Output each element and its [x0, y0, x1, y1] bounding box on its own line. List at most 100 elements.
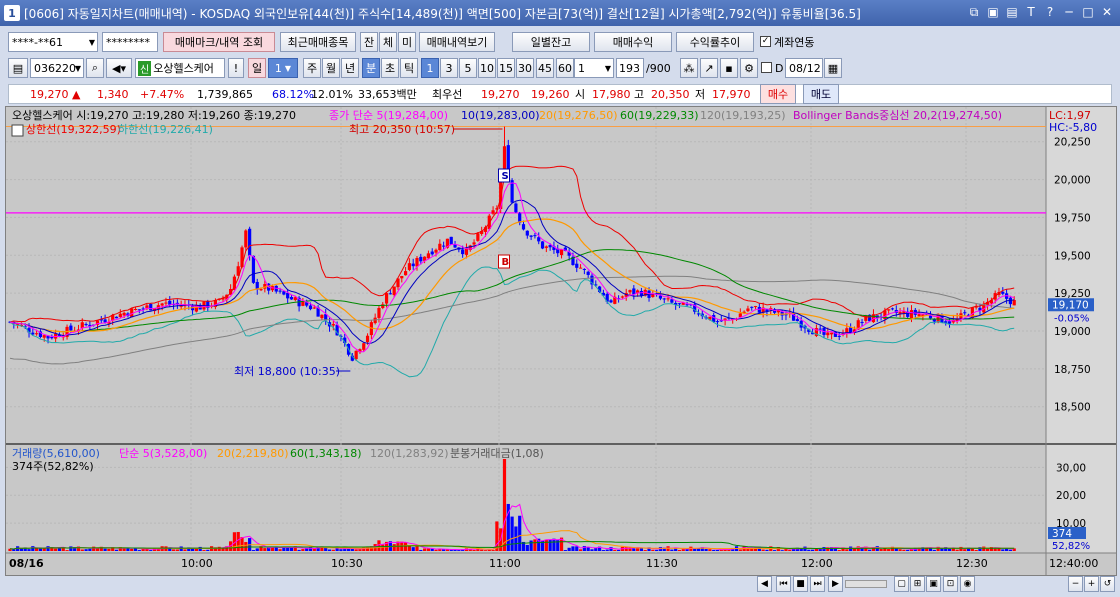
sell-button[interactable]: 매도: [803, 84, 839, 104]
indicator-icon[interactable]: ⁂: [680, 58, 698, 78]
alert-button[interactable]: !: [228, 58, 244, 78]
candle-body: [377, 307, 381, 318]
che-button[interactable]: 체: [379, 32, 397, 52]
last-icon[interactable]: ⏭: [810, 576, 825, 592]
candle-body: [69, 325, 73, 331]
layout-icon[interactable]: ▤: [8, 58, 28, 78]
period-num-select[interactable]: 1 ▼: [268, 58, 298, 78]
chevron-down-icon: ▼: [74, 63, 81, 73]
volume-bar: [331, 549, 335, 551]
volume-bar: [898, 549, 902, 551]
reset-icon[interactable]: ↺: [1100, 576, 1115, 592]
volume-bar: [738, 549, 742, 551]
date-input[interactable]: 08/12: [785, 58, 823, 78]
mark-query-button[interactable]: 매매마크/내역 조회: [163, 32, 275, 52]
custom-interval-select[interactable]: 1 ▼: [574, 58, 614, 78]
draw-icon[interactable]: ↗: [700, 58, 718, 78]
close-icon[interactable]: ✕: [1100, 4, 1114, 20]
year-button[interactable]: 년: [341, 58, 359, 78]
period-day-button[interactable]: 일: [248, 58, 266, 78]
recent-items-button[interactable]: 최근매매종목: [280, 32, 356, 52]
interval-button-5[interactable]: 5: [459, 58, 477, 78]
help-icon[interactable]: ?: [1043, 4, 1057, 20]
volume-bar: [483, 550, 488, 551]
interval-button-1[interactable]: 1: [421, 58, 439, 78]
minimize-icon[interactable]: ─: [1062, 4, 1076, 20]
week-button[interactable]: 주: [303, 58, 321, 78]
interval-button-15[interactable]: 15: [497, 58, 515, 78]
trade-profit-button[interactable]: 매매수익: [594, 32, 672, 52]
candle-body: [286, 292, 290, 299]
interval-button-60[interactable]: 60: [556, 58, 574, 78]
volume-axis-label: 20,00: [1056, 490, 1086, 502]
daily-balance-button[interactable]: 일별잔고: [512, 32, 590, 52]
current-price-tag: 19,170: [1052, 299, 1089, 311]
tick-button[interactable]: 틱: [400, 58, 418, 78]
chart-area[interactable]: 20,250 20,000 19,750 19,500 19,250 19,000 18,7…: [5, 106, 1117, 576]
search-icon[interactable]: ⌕: [86, 58, 104, 78]
account-link-checkbox[interactable]: ✓: [760, 36, 771, 47]
volume-bar: [772, 550, 777, 551]
price-axis-label: 18,750: [1054, 364, 1091, 376]
price-chart[interactable]: 20,25020,00019,75019,50019,25019,00018,7…: [6, 107, 1116, 575]
volume-bar: [206, 549, 210, 551]
date-checkbox[interactable]: [761, 62, 772, 73]
candle-body: [818, 328, 822, 330]
interval-button-30[interactable]: 30: [516, 58, 534, 78]
minute-button[interactable]: 분: [362, 58, 380, 78]
time-axis-label: 12:00: [801, 557, 833, 570]
pin-icon[interactable]: ▣: [986, 4, 1000, 20]
first-icon[interactable]: ⏮: [776, 576, 791, 592]
interval-button-10[interactable]: 10: [478, 58, 496, 78]
buy-button[interactable]: 매수: [760, 84, 796, 104]
volume-bar: [301, 549, 305, 551]
candle-body: [331, 324, 335, 326]
chart-scrollbar[interactable]: [845, 580, 887, 588]
volume-bar: [963, 549, 967, 551]
candle-body: [887, 309, 891, 311]
candle-body: [434, 249, 438, 253]
zoom-box-icon[interactable]: ▢: [894, 576, 909, 592]
scroll-right-icon[interactable]: ▶: [828, 576, 843, 592]
month-button[interactable]: 월: [322, 58, 340, 78]
time-axis-label: 11:30: [646, 557, 678, 570]
count-input[interactable]: 193: [616, 58, 644, 78]
return-trend-button[interactable]: 수익률추이: [676, 32, 754, 52]
trade-amount: 33,653백만: [358, 88, 417, 101]
tab-icon[interactable]: ▤: [1005, 4, 1019, 20]
zoom-in-icon[interactable]: +: [1084, 576, 1099, 592]
stock-code: 036220: [34, 61, 76, 75]
interval-button-3[interactable]: 3: [440, 58, 458, 78]
calendar-icon[interactable]: ▦: [824, 58, 842, 78]
buy-marker: B: [501, 257, 509, 268]
stock-code-input[interactable]: 036220 ▼: [30, 58, 84, 78]
maximize-icon[interactable]: □: [1081, 4, 1095, 20]
password-input[interactable]: ********: [102, 32, 158, 52]
account-select[interactable]: ****-**61 ▼: [8, 32, 98, 52]
text-size-icon[interactable]: T: [1024, 4, 1038, 20]
zoom-out-icon[interactable]: −: [1068, 576, 1083, 592]
volume-bar: [354, 549, 358, 551]
link-icon[interactable]: ⧉: [967, 4, 981, 20]
volume-bar: [217, 546, 221, 551]
jan-button[interactable]: 잔: [360, 32, 378, 52]
toggle-icon[interactable]: ◉: [960, 576, 975, 592]
view-history-button[interactable]: 매매내역보기: [419, 32, 495, 52]
settings-icon[interactable]: ⚙: [740, 58, 758, 78]
second-button[interactable]: 초: [381, 58, 399, 78]
volume-bar: [171, 549, 176, 551]
sound-icon[interactable]: ◀▾: [106, 58, 132, 78]
volume-bar: [289, 547, 294, 551]
window-icon[interactable]: ▣: [926, 576, 941, 592]
candle-body: [677, 303, 682, 305]
volume-bar: [411, 547, 415, 551]
crosshair-icon[interactable]: ⊞: [910, 576, 925, 592]
fit-icon[interactable]: ⊡: [943, 576, 958, 592]
scroll-left-icon[interactable]: ◀: [757, 576, 772, 592]
mi-button[interactable]: 미: [398, 32, 416, 52]
candle-body: [537, 237, 541, 242]
stop-icon[interactable]: ■: [793, 576, 808, 592]
save-icon[interactable]: ▪: [720, 58, 738, 78]
interval-button-45[interactable]: 45: [536, 58, 554, 78]
price-change-pct: +7.47%: [140, 87, 185, 101]
